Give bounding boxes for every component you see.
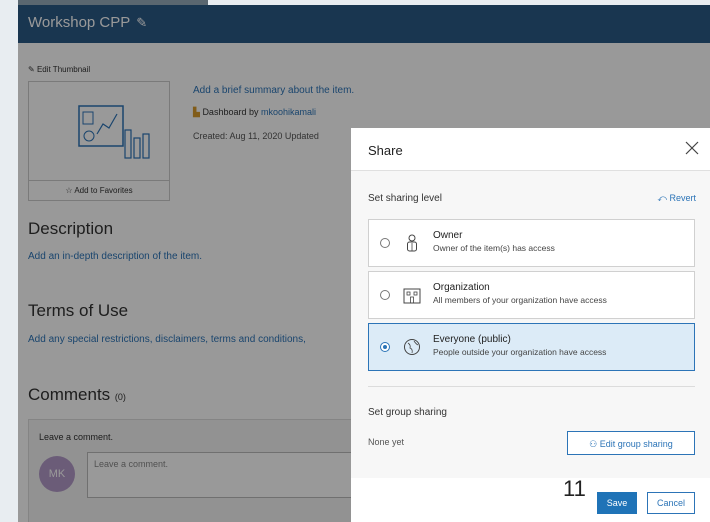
option-organization-desc: All members of your organization have ac… (433, 295, 607, 305)
user-icon (407, 234, 417, 252)
radio-organization[interactable] (380, 290, 390, 300)
radio-everyone[interactable] (380, 342, 390, 352)
share-dialog-footer: 11 Save Cancel (351, 476, 710, 522)
sharing-level-label: Set sharing level (368, 193, 442, 204)
globe-icon (404, 339, 420, 355)
group-icon: ⚇ (589, 439, 598, 449)
share-dialog-body: Set sharing level ⤺ Revert Owner Owner o… (351, 170, 710, 479)
slide-page-number: 11 (563, 476, 586, 501)
section-divider (368, 386, 695, 387)
left-strip (0, 0, 18, 522)
share-dialog-title: Share (368, 143, 403, 158)
option-everyone-desc: People outside your organization have ac… (433, 347, 607, 357)
close-icon[interactable] (684, 140, 700, 156)
group-sharing-label: Set group sharing (368, 407, 447, 418)
group-none-yet: None yet (368, 437, 405, 447)
option-owner-title: Owner (433, 230, 463, 241)
option-organization[interactable]: Organization All members of your organiz… (368, 271, 695, 319)
organization-icon (403, 288, 421, 304)
option-owner-desc: Owner of the item(s) has access (433, 243, 555, 253)
cancel-button[interactable]: Cancel (647, 492, 695, 514)
edit-group-sharing-button[interactable]: ⚇ Edit group sharing (567, 431, 695, 455)
option-everyone[interactable]: Everyone (public) People outside your or… (368, 323, 695, 371)
edit-group-sharing-text: Edit group sharing (599, 439, 673, 449)
option-everyone-title: Everyone (public) (433, 334, 511, 345)
save-button[interactable]: Save (597, 492, 637, 514)
option-organization-title: Organization (433, 282, 490, 293)
share-dialog: Share Set sharing level ⤺ Revert Owner O… (351, 128, 710, 522)
revert-text: Revert (669, 193, 696, 203)
option-owner[interactable]: Owner Owner of the item(s) has access (368, 219, 695, 267)
revert-button[interactable]: ⤺ Revert (657, 193, 696, 204)
radio-owner[interactable] (380, 238, 390, 248)
